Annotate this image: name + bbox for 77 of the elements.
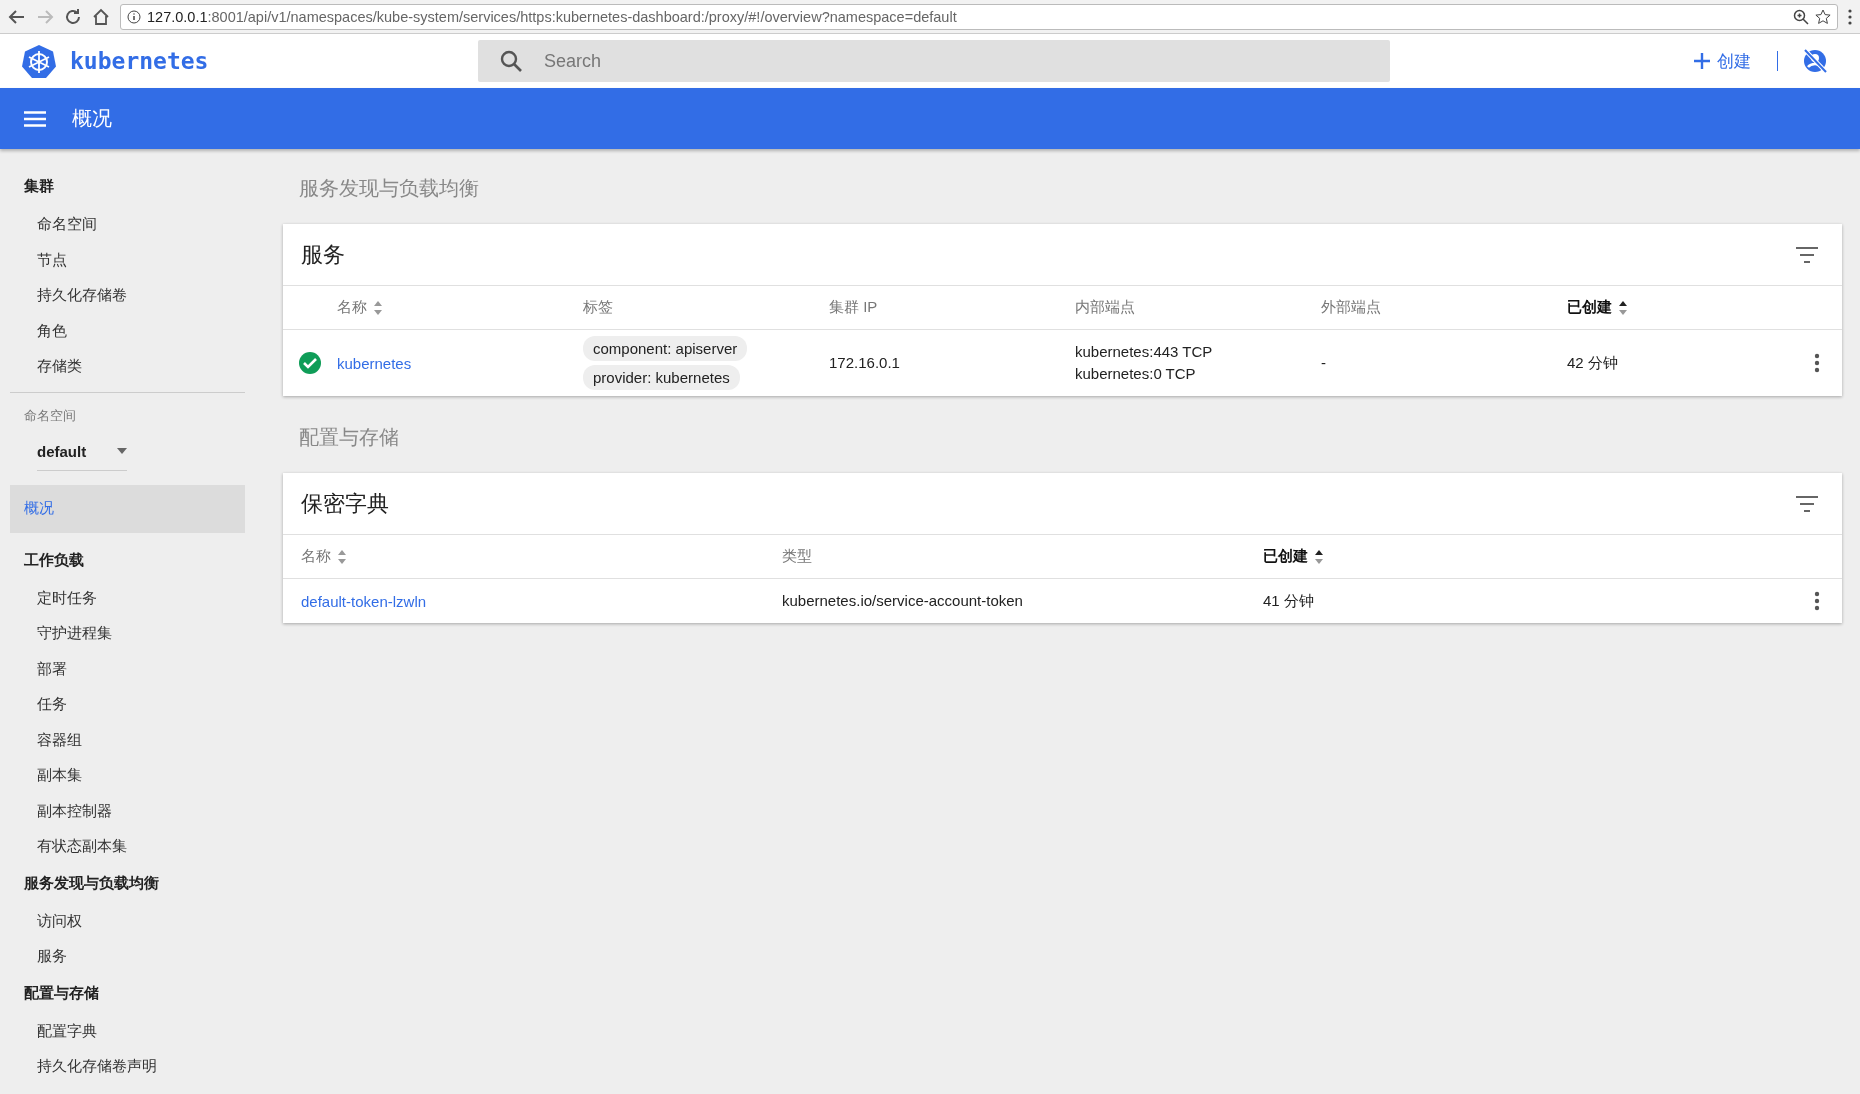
column-header: 类型 — [782, 547, 813, 566]
nav-item[interactable]: 定时任务 — [10, 579, 245, 615]
nav-item[interactable]: 任务 — [10, 686, 245, 722]
caret-icon — [117, 448, 127, 454]
nav-item[interactable]: 副本集 — [10, 757, 245, 793]
user-off-icon — [1802, 48, 1828, 74]
column-header[interactable]: 名称 — [301, 547, 782, 566]
label-chip: component: apiserver — [583, 336, 748, 361]
nav-item[interactable]: 持久化存储卷 — [10, 277, 245, 313]
zoom-icon[interactable] — [1793, 8, 1809, 25]
namespace-label: 命名空间 — [23, 406, 77, 425]
create-button[interactable]: 创建 — [1689, 45, 1755, 77]
filter-icon — [1796, 495, 1818, 512]
column-header[interactable]: 名称 — [337, 298, 583, 317]
menu-icon — [24, 110, 46, 127]
nav-heading[interactable]: 配置与存储 — [10, 973, 245, 1013]
sort-icon — [1618, 299, 1628, 316]
section-title: 配置与存储 — [299, 425, 400, 450]
column-header: 标签 — [583, 298, 614, 317]
wheel-logo-icon — [22, 44, 56, 78]
table-cell-text: 42 分钟 — [1567, 353, 1619, 373]
nav-heading[interactable]: 集群 — [10, 167, 245, 206]
sort-icon — [337, 548, 347, 565]
search-field[interactable]: Search — [478, 40, 1390, 82]
table-cell-text: kubernetes.io/service-account-token — [782, 591, 1024, 611]
table-cell-text: - — [1321, 353, 1327, 373]
nav-item[interactable]: 命名空间 — [10, 206, 245, 242]
search-icon — [500, 50, 522, 72]
menu-button[interactable] — [22, 108, 48, 129]
table-cell-text: 41 分钟 — [1263, 591, 1315, 611]
table-cell-text: 172.16.0.1 — [829, 353, 901, 373]
nav-item[interactable]: 节点 — [10, 241, 245, 277]
column-header: 外部端点 — [1321, 298, 1382, 317]
nav-item[interactable]: 访问权 — [10, 902, 245, 938]
sort-icon — [373, 299, 383, 316]
nav-item[interactable]: 角色 — [10, 312, 245, 348]
card-title: 保密字典 — [301, 489, 389, 518]
filter-button[interactable] — [1794, 244, 1820, 265]
star-icon[interactable] — [1815, 8, 1831, 25]
nav-item[interactable]: 守护进程集 — [10, 615, 245, 651]
page-title: 概况 — [72, 106, 112, 131]
back-icon[interactable] — [8, 7, 26, 26]
nav-item[interactable]: 有状态副本集 — [10, 828, 245, 864]
home-icon[interactable] — [92, 7, 110, 26]
nav-item[interactable]: 副本控制器 — [10, 792, 245, 828]
label-chip: provider: kubernetes — [583, 365, 740, 390]
vertical-dots-icon — [1814, 591, 1820, 611]
reload-icon[interactable] — [64, 7, 82, 26]
nav-heading[interactable]: 概况 — [10, 484, 245, 533]
vertical-dots-icon — [1814, 353, 1820, 373]
card-title: 服务 — [301, 240, 345, 269]
info-icon — [127, 9, 141, 24]
secret-name-link[interactable]: default-token-lzwln — [301, 592, 782, 610]
more-icon[interactable] — [1848, 8, 1852, 25]
nav-item[interactable]: 部署 — [10, 650, 245, 686]
filter-icon — [1796, 246, 1818, 263]
column-header: 内部端点 — [1075, 298, 1136, 317]
table-cell-text: kubernetes:0 TCP — [1075, 364, 1197, 384]
address-bar[interactable]: 127.0.0.1:8001/api/v1/namespaces/kube-system/services/https:kubernetes-dashboard:/proxy/#!/overview?namespace=default — [120, 3, 1838, 30]
filter-button[interactable] — [1794, 493, 1820, 514]
nav-item[interactable]: 服务 — [10, 938, 245, 974]
column-header[interactable]: 已创建 — [1567, 298, 1792, 317]
nav-item[interactable]: 配置字典 — [10, 1012, 245, 1048]
service-name-link[interactable]: kubernetes — [337, 354, 583, 372]
table-cell-text: kubernetes:443 TCP — [1075, 342, 1214, 362]
column-header[interactable]: 已创建 — [1263, 547, 1792, 566]
plus-icon — [1693, 52, 1711, 70]
nav-item[interactable]: 持久化存储卷声明 — [10, 1048, 245, 1084]
nav-item[interactable]: 存储类 — [10, 348, 245, 384]
nav-heading[interactable]: 工作负载 — [10, 540, 245, 580]
brand-name: kubernetes — [70, 48, 209, 74]
namespace-select[interactable]: default — [37, 436, 127, 471]
column-header: 集群 IP — [829, 298, 879, 317]
nav-heading[interactable]: 服务发现与负载均衡 — [10, 863, 245, 903]
nav-item[interactable]: 容器组 — [10, 721, 245, 757]
section-title: 服务发现与负载均衡 — [299, 176, 480, 201]
sort-icon — [1314, 548, 1324, 565]
